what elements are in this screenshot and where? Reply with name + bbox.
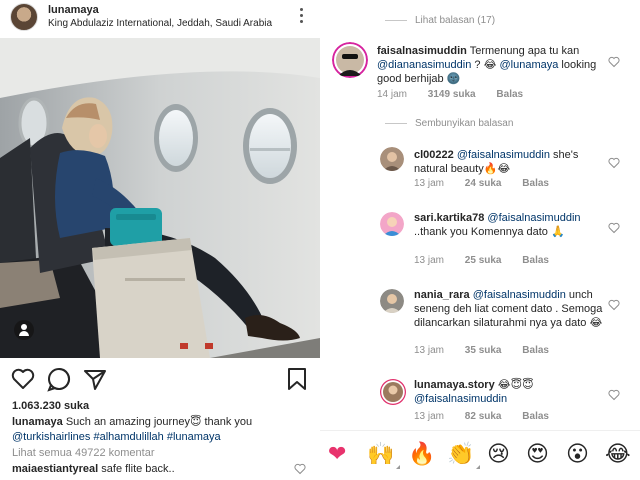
comment-body: 😂😇😇: [494, 379, 534, 391]
comment-meta: 14 jam 3149 suka Balas: [377, 89, 523, 100]
avatar[interactable]: [332, 42, 368, 78]
view-all-comments-link[interactable]: Lihat semua 49722 komentar: [12, 447, 154, 459]
comment-text: sari.kartika78 @faisalnasimuddin ..thank…: [414, 211, 614, 239]
reply-item: sari.kartika78 @faisalnasimuddin ..thank…: [320, 208, 640, 268]
more-options-icon[interactable]: [298, 8, 304, 26]
mention-link[interactable]: @faisalnasimuddin: [414, 393, 507, 405]
comment-meta: 13 jam 24 suka Balas: [414, 178, 549, 189]
avatar[interactable]: [10, 3, 38, 31]
reply-item: nania_rara @faisalnasimuddin unch seneng…: [320, 285, 640, 360]
comment-item: faisalnasimuddin Termenung apa tu kan @d…: [320, 40, 640, 110]
mention-link[interactable]: @faisalnasimuddin: [457, 149, 550, 161]
reply-item: cl00222 @faisalnasimuddin she's natural …: [320, 145, 640, 195]
comment-body-mid: ? 😂: [471, 59, 500, 71]
comment-like-icon[interactable]: [608, 222, 620, 234]
hide-replies-link[interactable]: Sembunyikan balasan: [385, 118, 513, 129]
emoji-reaction-bar: ❤ 🙌 🔥 👏 😢 😍 😮 😂: [320, 430, 640, 480]
caption-username[interactable]: lunamaya: [12, 416, 63, 428]
reaction-raised-hands-icon[interactable]: 🙌: [367, 442, 401, 469]
comment-text: cl00222 @faisalnasimuddin she's natural …: [414, 148, 614, 176]
reply-button[interactable]: Balas: [522, 411, 549, 422]
comments-panel: Lihat balasan (17) faisalnasimuddin Term…: [320, 0, 640, 480]
comment-username[interactable]: cl00222: [414, 149, 454, 161]
comment-likes[interactable]: 35 suka: [465, 345, 502, 356]
comment-meta: 13 jam 82 suka Balas: [414, 411, 549, 422]
variant-indicator-icon: [396, 465, 401, 469]
comment-time: 13 jam: [414, 411, 445, 422]
comment-username[interactable]: maiaestiantyreal: [12, 463, 98, 475]
caption: lunamaya Such an amazing journey😇 thank …: [12, 415, 312, 445]
comment-time: 13 jam: [414, 255, 445, 266]
reply-button[interactable]: Balas: [522, 255, 549, 266]
post-action-bar: [0, 364, 320, 394]
reaction-glyph: 🙌: [367, 442, 395, 467]
reply-button[interactable]: Balas: [496, 89, 523, 100]
airplane-cabin-photo: [0, 38, 320, 358]
like-count[interactable]: 1.063.230 suka: [12, 400, 89, 412]
post-photo[interactable]: [0, 38, 320, 358]
reply-button[interactable]: Balas: [522, 345, 549, 356]
comment-like-icon[interactable]: [608, 299, 620, 311]
mention-link[interactable]: @lunamaya: [499, 59, 558, 71]
reply-button[interactable]: Balas: [522, 178, 549, 189]
first-comment: maiaestiantyreal safe flite back..: [12, 463, 175, 475]
heart-icon[interactable]: [10, 366, 36, 392]
reaction-glyph: 👏: [447, 442, 475, 467]
comment-likes[interactable]: 3149 suka: [428, 89, 476, 100]
comment-text: faisalnasimuddin Termenung apa tu kan @d…: [377, 44, 617, 86]
view-replies-link[interactable]: Lihat balasan (17): [385, 15, 495, 26]
comment-text: lunamaya.story 😂😇😇 @faisalnasimuddin: [414, 378, 624, 406]
post-location[interactable]: King Abdulaziz International, Jeddah, Sa…: [48, 18, 272, 29]
comment-username[interactable]: lunamaya.story: [414, 379, 495, 391]
reply-item: lunamaya.story 😂😇😇 @faisalnasimuddin 13 …: [320, 375, 640, 425]
mention-link[interactable]: @diananasimuddin: [377, 59, 471, 71]
comment-meta: 13 jam 35 suka Balas: [414, 345, 549, 356]
comment-icon[interactable]: [46, 366, 72, 392]
avatar[interactable]: [380, 147, 404, 171]
bookmark-icon[interactable]: [284, 366, 310, 392]
comment-time: 14 jam: [377, 89, 408, 100]
mention-link[interactable]: @faisalnasimuddin: [487, 212, 580, 224]
reaction-surprised-icon[interactable]: 😮: [566, 443, 589, 467]
post-username[interactable]: lunamaya: [48, 4, 99, 16]
comment-text: safe flite back..: [101, 463, 175, 475]
comment-time: 13 jam: [414, 178, 445, 189]
share-icon[interactable]: [82, 366, 108, 392]
caption-text: Such an amazing journey😇 thank you: [65, 416, 253, 428]
variant-indicator-icon: [476, 465, 481, 469]
comment-likes[interactable]: 25 suka: [465, 255, 502, 266]
comment-likes[interactable]: 24 suka: [465, 178, 502, 189]
avatar[interactable]: [380, 379, 406, 405]
reaction-laughing-icon[interactable]: 😂: [605, 443, 631, 467]
user-tag-icon[interactable]: [14, 320, 34, 340]
reaction-clap-icon[interactable]: 👏: [447, 442, 481, 469]
comment-time: 13 jam: [414, 345, 445, 356]
comment-body: ..thank you Komennya dato 🙏: [414, 226, 565, 238]
comment-username[interactable]: nania_rara: [414, 289, 470, 301]
reaction-heart-eyes-icon[interactable]: 😍: [526, 443, 549, 467]
reaction-sad-icon[interactable]: 😢: [487, 443, 510, 467]
comment-meta: 13 jam 25 suka Balas: [414, 255, 549, 266]
comment-likes[interactable]: 82 suka: [465, 411, 502, 422]
comment-text: nania_rara @faisalnasimuddin unch seneng…: [414, 288, 624, 330]
avatar[interactable]: [380, 212, 404, 236]
post-header: lunamaya King Abdulaziz International, J…: [0, 0, 320, 38]
comment-like-icon[interactable]: [608, 56, 620, 68]
post-panel: lunamaya King Abdulaziz International, J…: [0, 0, 320, 480]
comment-like-icon[interactable]: [608, 157, 620, 169]
comment-like-icon[interactable]: [608, 389, 620, 401]
reaction-heart-icon[interactable]: ❤: [328, 443, 346, 467]
comment-body: Termenung apa tu kan: [469, 45, 580, 57]
avatar[interactable]: [380, 289, 404, 313]
caption-tags[interactable]: @turkishairlines #alhamdulillah #lunamay…: [12, 431, 221, 443]
comment-username[interactable]: faisalnasimuddin: [377, 45, 467, 57]
comment-like-icon[interactable]: [294, 463, 306, 475]
reaction-fire-icon[interactable]: 🔥: [408, 443, 435, 467]
mention-link[interactable]: @faisalnasimuddin: [473, 289, 566, 301]
comment-username[interactable]: sari.kartika78: [414, 212, 484, 224]
